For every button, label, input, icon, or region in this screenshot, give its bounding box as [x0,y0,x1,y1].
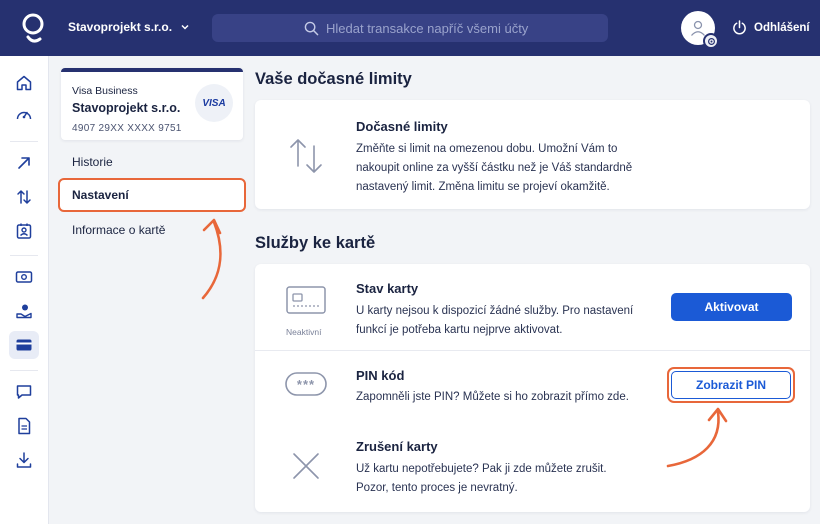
cancel-card-description-line: Už kartu nepotřebujete? Pak ji zde můžet… [356,463,607,475]
inactive-card-icon [286,286,326,314]
icon-rail [0,56,49,524]
cash-icon[interactable] [9,263,39,291]
limits-section-title: Vaše dočasné limity [255,70,412,88]
pin-description: Zapomněli jste PIN? Můžete si ho zobrazi… [356,391,629,403]
search-bar[interactable] [212,14,608,42]
dashboard-icon[interactable] [9,101,39,129]
gear-icon [707,37,715,45]
temporary-limits-panel[interactable]: Dočasné limity Změňte si limit na omezen… [255,100,810,209]
activate-button[interactable]: Aktivovat [671,293,792,321]
cards-icon[interactable] [9,331,39,359]
limits-description: Změňte si limit na omezenou dobu. Umožní… [356,140,632,197]
transfer-icon[interactable] [9,183,39,211]
limits-description-line: nastavený limit. Změna limitu se projeví… [356,181,610,193]
user-icon [691,20,705,36]
chevron-down-icon [181,24,189,30]
rail-divider [10,255,38,256]
limits-title: Dočasné limity [356,119,448,134]
rail-divider [10,370,38,371]
card-status-title: Stav karty [356,281,419,296]
company-switcher[interactable]: Stavoprojekt s.r.o. [68,20,190,34]
power-icon [733,20,746,35]
annotation-arrow-settings [201,218,222,300]
card-brand: VISA [202,97,226,109]
side-nav-settings[interactable]: Nastavení [58,178,246,212]
card-summary[interactable]: Visa Business Stavoprojekt s.r.o. 4907 2… [61,68,243,140]
pin-title: PIN kód [356,368,405,383]
download-icon[interactable] [9,446,39,474]
card-status-description-line: funkcí je potřeba kartu nejprve aktivova… [356,324,563,336]
top-bar: Stavoprojekt s.r.o. Odhlášení [0,0,820,56]
limits-description-line: Změňte si limit na omezenou dobu. Umožní… [356,143,618,155]
rail-divider [10,141,38,142]
card-status-description: U karty nejsou k dispozicí žádné služby.… [356,302,633,340]
show-pin-button[interactable]: Zobrazit PIN [671,371,791,399]
payment-arrow-icon[interactable] [9,149,39,177]
card-status-description-line: U karty nejsou k dispozicí žádné služby.… [356,305,634,317]
limits-arrows-icon [290,139,322,173]
cancel-card-description-line: Pozor, tento proces je nevratný. [356,482,518,494]
settings-badge[interactable] [703,33,719,49]
close-icon [293,453,319,479]
pin-mask: *** [296,377,316,392]
bank-logo-icon[interactable] [18,10,48,46]
side-nav-history[interactable]: Historie [72,155,113,169]
side-nav-card-info[interactable]: Informace o kartě [72,223,165,237]
documents-icon[interactable] [9,412,39,440]
cancel-card-title[interactable]: Zrušení karty [356,439,438,454]
company-name: Stavoprojekt s.r.o. [68,20,173,34]
logout-label: Odhlášení [754,21,810,34]
contacts-icon[interactable] [9,217,39,245]
logout-button[interactable]: Odhlášení [732,20,810,35]
search-icon [304,21,319,35]
cancel-card-description: Už kartu nepotřebujete? Pak ji zde můžet… [356,460,607,498]
search-input[interactable] [326,20,586,36]
card-services-panel: Neaktivní Stav karty U karty nejsou k di… [255,264,810,512]
inactive-label: Neaktivní [286,327,322,337]
home-icon[interactable] [9,69,39,97]
visa-logo-icon: VISA [195,84,233,122]
savings-icon[interactable] [9,297,39,325]
card-number: 4907 29XX XXXX 9751 [72,123,182,134]
row-divider [255,350,810,351]
services-section-title: Služby ke kartě [255,234,376,252]
messages-icon[interactable] [9,378,39,406]
limits-description-line: nakoupit online za vyšší částku než je V… [356,162,633,174]
